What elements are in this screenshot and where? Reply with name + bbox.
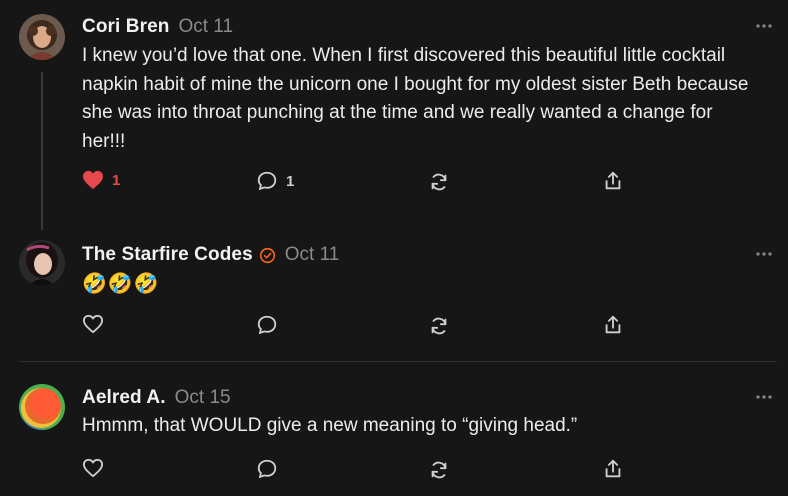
like-button[interactable] bbox=[82, 314, 104, 334]
restack-button[interactable] bbox=[428, 171, 450, 193]
comment-author[interactable]: Aelred A. bbox=[82, 387, 166, 409]
share-icon bbox=[605, 171, 621, 190]
like-button[interactable] bbox=[82, 458, 104, 478]
comment-author[interactable]: The Starfire Codes bbox=[82, 244, 253, 266]
heart-icon bbox=[83, 170, 103, 190]
more-options-button[interactable] bbox=[754, 387, 774, 407]
more-options-button[interactable] bbox=[754, 16, 774, 36]
restack-icon bbox=[431, 173, 447, 191]
heart-icon bbox=[83, 458, 103, 478]
restack-icon bbox=[431, 317, 447, 335]
more-horizontal-icon bbox=[756, 252, 772, 256]
share-icon bbox=[605, 459, 621, 478]
share-button[interactable] bbox=[602, 170, 624, 192]
comment-starfire-codes: The Starfire Codes Oct 11 🤣🤣🤣 bbox=[0, 230, 788, 360]
like-count: 1 bbox=[112, 171, 121, 189]
restack-button[interactable] bbox=[428, 315, 450, 337]
avatar[interactable] bbox=[19, 240, 65, 286]
share-button[interactable] bbox=[602, 314, 624, 336]
restack-button[interactable] bbox=[428, 459, 450, 481]
restack-icon bbox=[431, 461, 447, 479]
heart-icon bbox=[83, 314, 103, 334]
comment-text: 🤣🤣🤣 bbox=[82, 273, 160, 295]
comment-aelred-a: Aelred A. Oct 15 Hmmm, that WOULD give a… bbox=[0, 362, 788, 496]
share-button[interactable] bbox=[602, 458, 624, 480]
verified-badge-icon bbox=[259, 247, 275, 263]
reply-button[interactable]: 1 bbox=[256, 170, 294, 192]
comment-cori-bren: Cori Bren Oct 11 I knew you’d love that … bbox=[0, 0, 788, 230]
more-horizontal-icon bbox=[756, 24, 772, 28]
comment-bubble-icon bbox=[257, 459, 277, 478]
reply-button[interactable] bbox=[256, 458, 278, 480]
share-icon bbox=[605, 315, 621, 334]
comment-bubble-icon bbox=[257, 315, 277, 334]
more-options-button[interactable] bbox=[754, 244, 774, 264]
comment-date[interactable]: Oct 11 bbox=[285, 244, 340, 266]
comment-date[interactable]: Oct 11 bbox=[178, 16, 233, 38]
comment-date[interactable]: Oct 15 bbox=[175, 387, 231, 409]
more-horizontal-icon bbox=[756, 395, 772, 399]
avatar[interactable] bbox=[19, 14, 65, 60]
avatar[interactable] bbox=[19, 384, 65, 430]
comment-text: I knew you’d love that one. When I first… bbox=[82, 45, 749, 152]
comment-text: Hmmm, that WOULD give a new meaning to “… bbox=[82, 415, 578, 436]
comment-bubble-icon bbox=[257, 171, 277, 190]
like-button[interactable]: 1 bbox=[82, 170, 120, 190]
reply-count: 1 bbox=[286, 172, 295, 190]
reply-button[interactable] bbox=[256, 314, 278, 336]
comment-author[interactable]: Cori Bren bbox=[82, 16, 169, 38]
